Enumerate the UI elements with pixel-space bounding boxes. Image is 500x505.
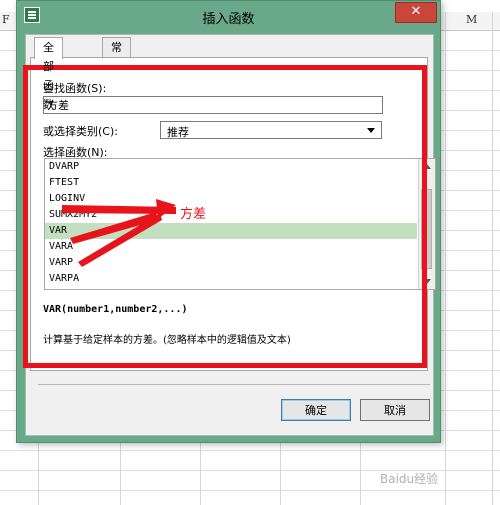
tab-all-functions[interactable]: 全部函数: [34, 37, 63, 111]
annotation-arrow: [78, 213, 162, 267]
annotation-arrows: [62, 199, 176, 267]
watermark: Baidu经验: [380, 472, 439, 486]
annotation-label: 方差: [180, 207, 207, 222]
